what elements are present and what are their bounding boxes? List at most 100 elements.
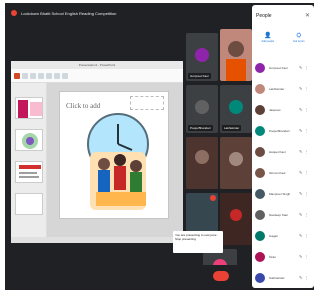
participant-video — [186, 137, 218, 189]
add-person-icon: 👤 — [264, 33, 272, 39]
participant-tile[interactable] — [220, 193, 252, 245]
participant-name: Manpreet Singh — [269, 191, 291, 196]
participant-video — [226, 41, 246, 81]
participant-row[interactable]: Manpreet Singh ✎ ⋮ — [252, 183, 314, 204]
participant-name: Lakhwinder — [222, 125, 242, 131]
participant-list: Gurpreet Kaur ✎ ⋮ Lakhwinder ✎ ⋮ Jaspreet ✎ ⋮ Poo… — [252, 57, 314, 288]
ask-to-join-button[interactable]: ⛭ Ask to join — [293, 33, 305, 53]
add-people-button[interactable]: 👤 Add people — [261, 33, 274, 53]
panel-actions: 👤 Add people ⛭ Ask to join — [252, 33, 314, 53]
avatar — [255, 146, 265, 157]
mic-off-icon: ✎ — [299, 149, 303, 154]
more-options-icon[interactable]: ⋮ — [304, 233, 308, 238]
thumbnail-image — [22, 133, 38, 149]
slide-thumbnail — [15, 129, 43, 151]
avatar — [255, 83, 265, 94]
shared-screen[interactable]: Presentation1 - PowerPoint Click to add — [11, 61, 183, 243]
participant-name: Pooja Bhandari — [269, 128, 290, 133]
more-options-icon[interactable]: ⋮ — [304, 128, 308, 133]
ppt-window-title: Presentation1 - PowerPoint — [11, 61, 183, 69]
avatar — [255, 104, 265, 115]
avatar — [195, 99, 209, 114]
avatar — [255, 272, 265, 283]
slide-editor: Click to add — [47, 83, 183, 243]
participant-tile[interactable]: Lakhwinder — [220, 85, 252, 133]
participant-name: Gurpreet Kaur — [188, 73, 212, 79]
ppt-ribbon — [11, 69, 183, 83]
avatar — [195, 47, 209, 62]
participant-row[interactable]: Jaspreet ✎ ⋮ — [252, 99, 314, 120]
close-icon[interactable]: ✕ — [305, 12, 310, 19]
participant-row[interactable]: Kiran ✎ ⋮ — [252, 246, 314, 267]
participant-row[interactable]: Sukhwinder ✎ ⋮ — [252, 267, 314, 288]
ribbon-icon — [62, 72, 68, 79]
participant-name: Sukhwinder — [269, 275, 285, 280]
mic-off-icon: ✎ — [299, 86, 303, 91]
avatar — [255, 251, 265, 262]
participant-name: Gagan — [269, 233, 279, 238]
ppt-statusbar — [11, 237, 183, 243]
people-icon: ⛭ — [296, 33, 302, 39]
participant-row[interactable]: Simran Kaur ✎ ⋮ — [252, 162, 314, 183]
more-options-icon[interactable]: ⋮ — [304, 212, 308, 217]
leave-call-button[interactable] — [213, 271, 229, 281]
participant-name: Gurpreet Kaur — [269, 65, 289, 70]
participant-row[interactable]: Navdeep Kaur ✎ ⋮ — [252, 204, 314, 225]
more-options-icon[interactable]: ⋮ — [304, 170, 308, 175]
avatar — [255, 230, 265, 241]
participant-name: Navdeep Kaur — [269, 212, 289, 217]
more-options-icon[interactable]: ⋮ — [304, 275, 308, 280]
current-slide[interactable]: Click to add — [59, 91, 169, 219]
avatar — [255, 125, 265, 136]
ask-to-join-label: Ask to join — [292, 40, 305, 43]
participant-tile[interactable]: Pooja Bhandari — [186, 85, 218, 133]
participant-row[interactable]: Harjeet Kaur ✎ ⋮ — [252, 141, 314, 162]
people-panel: People ✕ 👤 Add people ⛭ Ask to join Gurp… — [252, 5, 314, 288]
more-options-icon[interactable]: ⋮ — [304, 65, 308, 70]
meeting-title: Lockdown Bhatti School English Reading C… — [21, 10, 117, 16]
participant-row[interactable]: Pooja Bhandari ✎ ⋮ — [252, 120, 314, 141]
presenting-tooltip: You are presenting to everyone. Stop pre… — [173, 231, 223, 253]
more-options-icon[interactable]: ⋮ — [304, 149, 308, 154]
thumbnail-image — [18, 100, 42, 118]
participant-video-tile[interactable] — [220, 29, 252, 81]
participant-tile[interactable]: Gurpreet Kaur — [186, 33, 218, 81]
participant-row[interactable]: Gagan ✎ ⋮ — [252, 225, 314, 246]
mic-off-icon: ✎ — [299, 128, 303, 133]
ribbon-icon — [38, 72, 44, 79]
participant-name: Simran Kaur — [269, 170, 286, 175]
participant-tile[interactable] — [186, 137, 218, 189]
slide-thumbnail — [15, 193, 43, 215]
participant-name: Pooja Bhandari — [188, 125, 213, 131]
participant-video — [220, 193, 252, 245]
participant-tile[interactable] — [220, 137, 252, 189]
avatar — [229, 99, 243, 114]
more-options-icon[interactable]: ⋮ — [304, 107, 308, 112]
participant-name: Jaspreet — [269, 107, 281, 112]
panel-title: People — [256, 13, 272, 19]
mic-off-icon: ✎ — [299, 212, 303, 217]
mic-off-icon: ✎ — [299, 233, 303, 238]
mic-off-icon: ✎ — [299, 65, 303, 70]
participant-name: Harjeet Kaur — [269, 149, 286, 154]
avatar — [255, 209, 265, 220]
ribbon-icon — [30, 72, 36, 79]
more-options-icon[interactable]: ⋮ — [304, 191, 308, 196]
participant-row[interactable]: Gurpreet Kaur ✎ ⋮ — [252, 57, 314, 78]
slide-thumbnail — [15, 161, 43, 183]
mic-off-icon: ✎ — [299, 107, 303, 112]
mic-off-icon — [210, 195, 216, 201]
add-people-label: Add people — [261, 40, 275, 43]
participant-row[interactable]: Lakhwinder ✎ ⋮ — [252, 78, 314, 99]
mic-off-icon: ✎ — [299, 170, 303, 175]
ribbon-icon — [46, 72, 52, 79]
avatar — [255, 62, 265, 73]
slide-illustration — [87, 113, 149, 210]
slide-thumbnails — [11, 83, 47, 237]
more-options-icon[interactable]: ⋮ — [304, 254, 308, 259]
meeting-controls — [5, 265, 250, 290]
more-options-icon[interactable]: ⋮ — [304, 86, 308, 91]
participant-name: Kiran — [269, 254, 277, 259]
mic-off-icon: ✎ — [299, 275, 303, 280]
slide-thumbnail — [15, 97, 43, 119]
